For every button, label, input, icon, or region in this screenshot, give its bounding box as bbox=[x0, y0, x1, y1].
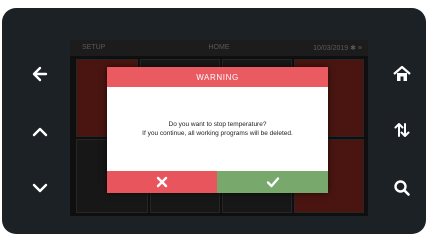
dialog-message-line-1: Do you want to stop temperature? bbox=[168, 121, 267, 128]
sort-button[interactable] bbox=[388, 116, 416, 144]
chevron-up-icon bbox=[32, 127, 48, 137]
down-button[interactable] bbox=[26, 174, 54, 202]
warning-dialog: WARNING Do you want to stop temperature?… bbox=[107, 67, 328, 193]
search-button[interactable] bbox=[388, 174, 416, 202]
confirm-button[interactable] bbox=[217, 171, 328, 193]
search-icon bbox=[394, 180, 410, 196]
dialog-header: WARNING bbox=[107, 67, 328, 87]
close-icon bbox=[156, 176, 168, 188]
chevron-down-icon bbox=[32, 183, 48, 193]
sort-arrows-icon bbox=[394, 123, 410, 137]
left-arrow-icon bbox=[32, 66, 48, 82]
status-indicators: 10/03/2019 ✱ ≡ bbox=[313, 45, 362, 52]
screen-topbar: SETUP HOME 10/03/2019 ✱ ≡ bbox=[70, 40, 368, 56]
dialog-message-line-2: If you continue, all working programs wi… bbox=[142, 130, 293, 137]
dialog-body: Do you want to stop temperature? If you … bbox=[107, 87, 328, 171]
home-icon bbox=[393, 65, 411, 81]
cancel-button[interactable] bbox=[107, 171, 217, 193]
up-button[interactable] bbox=[26, 118, 54, 146]
dialog-title: WARNING bbox=[196, 72, 239, 82]
back-button[interactable] bbox=[26, 60, 54, 88]
check-icon bbox=[266, 177, 279, 188]
home-button[interactable] bbox=[388, 60, 416, 88]
